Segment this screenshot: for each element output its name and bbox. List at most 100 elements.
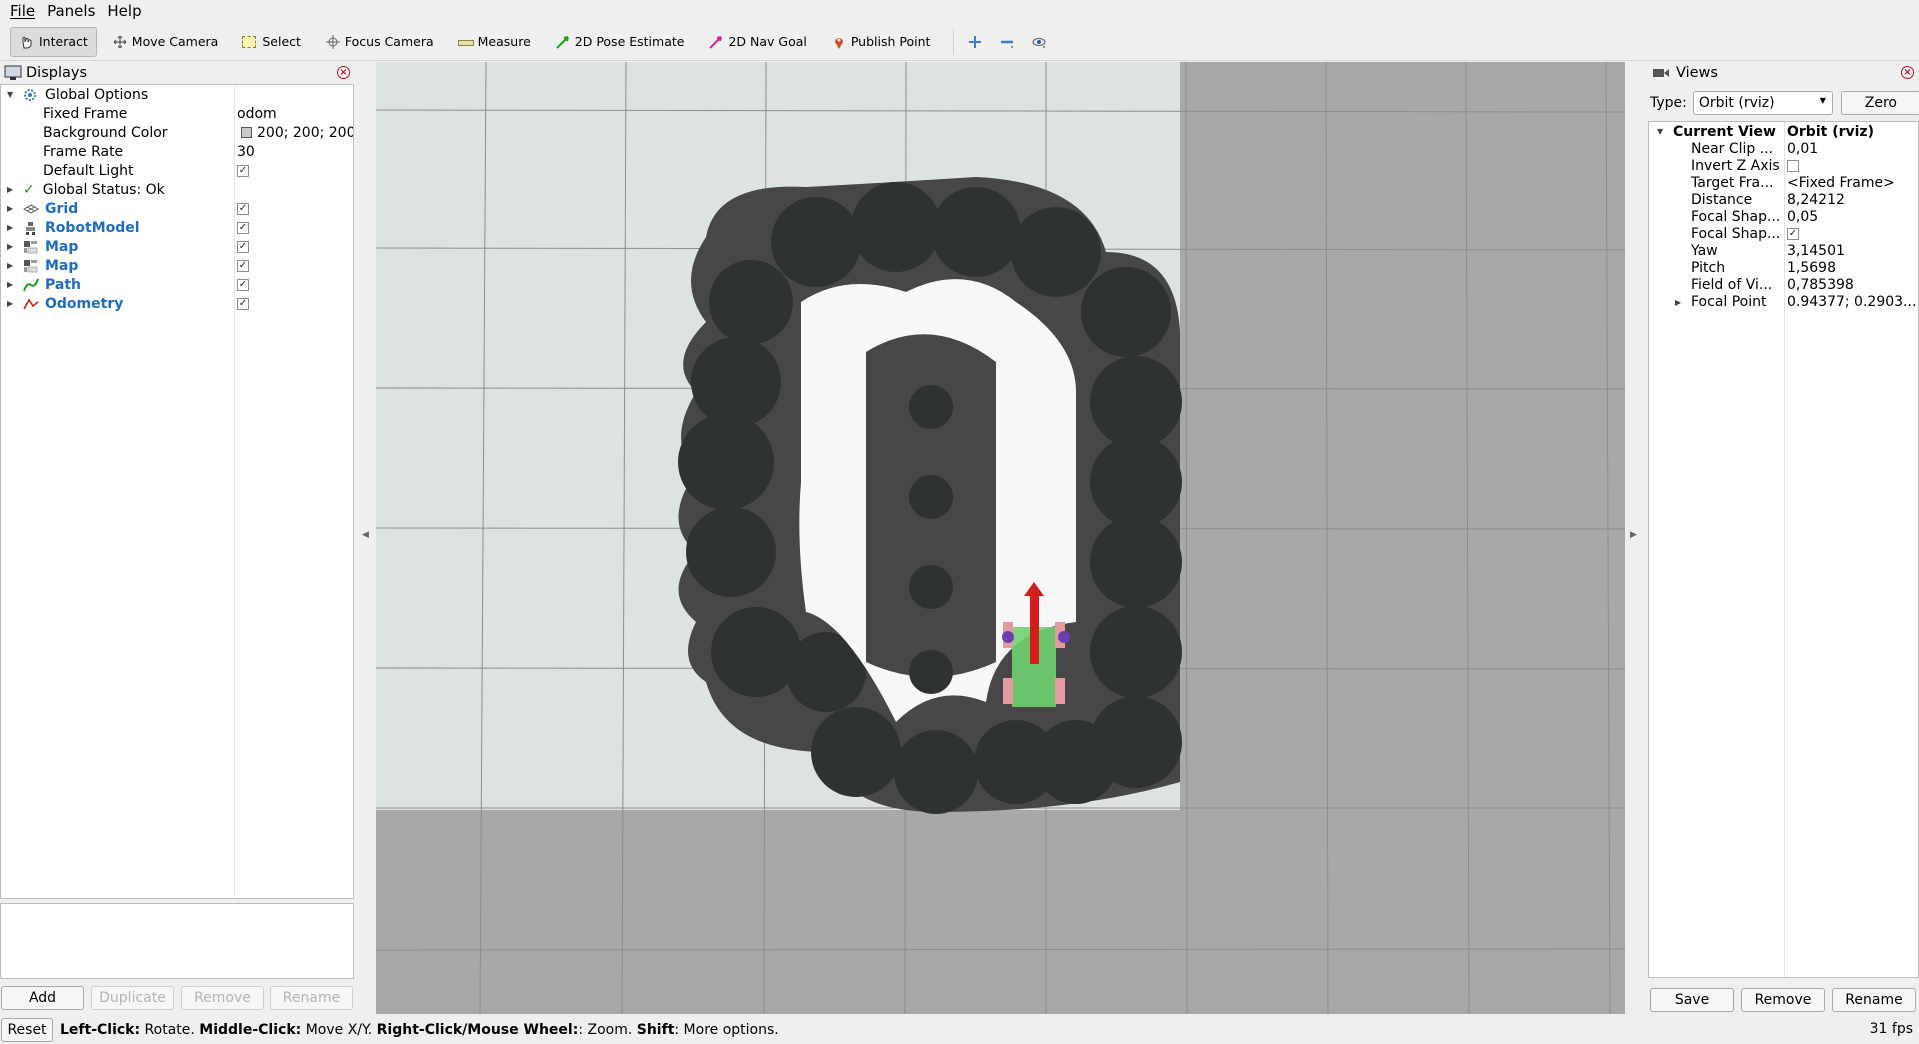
publish-point-tool-button[interactable]: Publish Point bbox=[822, 27, 940, 57]
current-view-value: Orbit (rviz) bbox=[1787, 123, 1874, 140]
view-type-label: Type: bbox=[1650, 95, 1687, 111]
green-arrow-icon bbox=[556, 35, 569, 49]
global-status-row[interactable]: ✓ Global Status: Ok bbox=[23, 180, 165, 199]
toolbar: Interact Move Camera Select Focus Camera… bbox=[0, 23, 1919, 61]
reset-button[interactable]: Reset bbox=[1, 1018, 53, 1042]
robotmodel-checkbox[interactable]: ✓ bbox=[237, 218, 249, 237]
field-of-view-value[interactable]: 0,785398 bbox=[1787, 276, 1854, 293]
expand-arrow-icon[interactable]: ▼ bbox=[7, 90, 13, 99]
collapsed-arrow-icon[interactable]: ▶ bbox=[7, 242, 13, 251]
frame-rate-label: Frame Rate bbox=[43, 143, 124, 160]
pitch-label: Pitch bbox=[1691, 259, 1726, 276]
views-column-divider bbox=[1784, 122, 1785, 977]
frame-rate-value[interactable]: 30 bbox=[237, 142, 255, 161]
global-options-row[interactable]: Global Options bbox=[23, 85, 148, 104]
measure-label: Measure bbox=[477, 34, 531, 49]
distance-value[interactable]: 8,24212 bbox=[1787, 191, 1845, 208]
3d-render-viewport[interactable] bbox=[376, 62, 1625, 1014]
display-item-map[interactable]: Map bbox=[23, 237, 78, 256]
publish-point-label: Publish Point bbox=[850, 34, 931, 49]
display-item-path[interactable]: Path bbox=[23, 275, 81, 294]
hand-pointer-icon bbox=[22, 36, 32, 48]
ruler-icon bbox=[457, 39, 474, 46]
target-frame-value[interactable]: <Fixed Frame> bbox=[1787, 174, 1895, 191]
menu-panels[interactable]: Panels bbox=[41, 2, 101, 20]
right-splitter-handle[interactable]: ▶ bbox=[1630, 530, 1637, 540]
collapsed-arrow-icon[interactable]: ▶ bbox=[7, 299, 13, 308]
tool-properties-button[interactable] bbox=[1026, 29, 1052, 55]
rename-view-button[interactable]: Rename bbox=[1832, 988, 1916, 1012]
grid-checkbox[interactable]: ✓ bbox=[237, 199, 249, 218]
view-properties-tree: ▼ Current View Orbit (rviz) Near Clip ..… bbox=[1648, 121, 1919, 978]
measure-tool-button[interactable]: Measure bbox=[449, 27, 540, 57]
focal-shape-fixed-checkbox[interactable]: ✓ bbox=[1787, 225, 1799, 242]
displays-close-icon[interactable]: × bbox=[337, 66, 350, 79]
save-view-button[interactable]: Save bbox=[1650, 988, 1734, 1012]
views-close-icon[interactable]: × bbox=[1901, 66, 1914, 79]
expand-arrow-icon[interactable]: ▼ bbox=[1657, 127, 1663, 136]
focal-shape-size-value[interactable]: 0,05 bbox=[1787, 208, 1818, 225]
odometry-checkbox[interactable]: ✓ bbox=[237, 294, 249, 313]
map-pin-icon bbox=[834, 37, 843, 49]
fixed-frame-value[interactable]: odom bbox=[237, 104, 277, 123]
path-checkbox[interactable]: ✓ bbox=[237, 275, 249, 294]
pitch-value[interactable]: 1,5698 bbox=[1787, 259, 1836, 276]
remove-tool-button[interactable] bbox=[994, 29, 1020, 55]
remove-display-button[interactable]: Remove bbox=[181, 986, 264, 1010]
field-of-view-label: Field of Vi... bbox=[1691, 276, 1773, 293]
select-tool-button[interactable]: Select bbox=[233, 27, 310, 57]
display-description-area bbox=[0, 903, 354, 979]
pose-estimate-tool-button[interactable]: 2D Pose Estimate bbox=[546, 27, 694, 57]
focus-camera-label: Focus Camera bbox=[344, 34, 434, 49]
zero-view-button[interactable]: Zero bbox=[1840, 91, 1919, 115]
focal-point-label[interactable]: Focal Point bbox=[1691, 293, 1767, 310]
nav-goal-tool-button[interactable]: 2D Nav Goal bbox=[699, 27, 815, 57]
collapsed-arrow-icon[interactable]: ▶ bbox=[7, 185, 13, 194]
collapsed-arrow-icon[interactable]: ▶ bbox=[1675, 298, 1681, 307]
move-camera-tool-button[interactable]: Move Camera bbox=[103, 27, 228, 57]
collapsed-arrow-icon[interactable]: ▶ bbox=[7, 223, 13, 232]
collapsed-arrow-icon[interactable]: ▶ bbox=[7, 280, 13, 289]
map-checkbox[interactable]: ✓ bbox=[237, 237, 249, 256]
views-panel-title: Views bbox=[1676, 65, 1718, 81]
display-item-robotmodel[interactable]: RobotModel bbox=[23, 218, 140, 237]
remove-view-button[interactable]: Remove bbox=[1741, 988, 1825, 1012]
view-type-select[interactable]: Orbit (rviz) ▼ bbox=[1692, 91, 1833, 115]
display-item-grid[interactable]: Grid bbox=[23, 199, 78, 218]
add-display-button[interactable]: Add bbox=[1, 986, 84, 1010]
add-tool-button[interactable] bbox=[962, 29, 988, 55]
background-color-value[interactable]: 200; 200; 200 bbox=[241, 123, 353, 142]
interact-tool-button[interactable]: Interact bbox=[10, 26, 97, 57]
current-view-label[interactable]: Current View bbox=[1673, 123, 1776, 140]
display-item-odometry[interactable]: Odometry bbox=[23, 294, 123, 313]
costmap-ring bbox=[678, 177, 1182, 814]
focus-camera-tool-button[interactable]: Focus Camera bbox=[316, 27, 443, 57]
left-splitter-handle[interactable]: ◀ bbox=[362, 530, 369, 540]
duplicate-display-button[interactable]: Duplicate bbox=[91, 986, 174, 1010]
collapsed-arrow-icon[interactable]: ▶ bbox=[7, 261, 13, 270]
menu-bar: File Panels Help bbox=[0, 0, 1919, 22]
collapsed-arrow-icon[interactable]: ▶ bbox=[7, 204, 13, 213]
map-checkbox[interactable]: ✓ bbox=[237, 256, 249, 275]
eye-icon bbox=[1032, 37, 1046, 47]
rename-display-button[interactable]: Rename bbox=[270, 986, 353, 1010]
display-item-map[interactable]: Map bbox=[23, 256, 78, 275]
odometry-icon bbox=[23, 297, 39, 309]
near-clip-value[interactable]: 0,01 bbox=[1787, 140, 1818, 157]
minus-icon bbox=[1001, 40, 1014, 47]
yaw-label: Yaw bbox=[1691, 242, 1718, 259]
select-label: Select bbox=[262, 34, 301, 49]
yaw-value[interactable]: 3,14501 bbox=[1787, 242, 1845, 259]
views-panel-header: Views × bbox=[1648, 62, 1919, 84]
menu-help[interactable]: Help bbox=[101, 2, 147, 20]
default-light-checkbox[interactable]: ✓ bbox=[237, 161, 249, 180]
menu-file[interactable]: File bbox=[4, 2, 41, 20]
focal-point-value[interactable]: 0.94377; 0.2903... bbox=[1787, 293, 1916, 310]
focal-shape-fixed-label: Focal Shap... bbox=[1691, 225, 1781, 242]
distance-label: Distance bbox=[1691, 191, 1753, 208]
view-type-row: Type: Orbit (rviz) ▼ Zero bbox=[1650, 90, 1919, 116]
status-hint: Left-Click: Rotate. Middle-Click: Move X… bbox=[60, 1022, 779, 1038]
checkmark-icon: ✓ bbox=[23, 181, 35, 198]
color-swatch bbox=[241, 127, 252, 138]
invert-z-checkbox[interactable] bbox=[1787, 157, 1799, 174]
